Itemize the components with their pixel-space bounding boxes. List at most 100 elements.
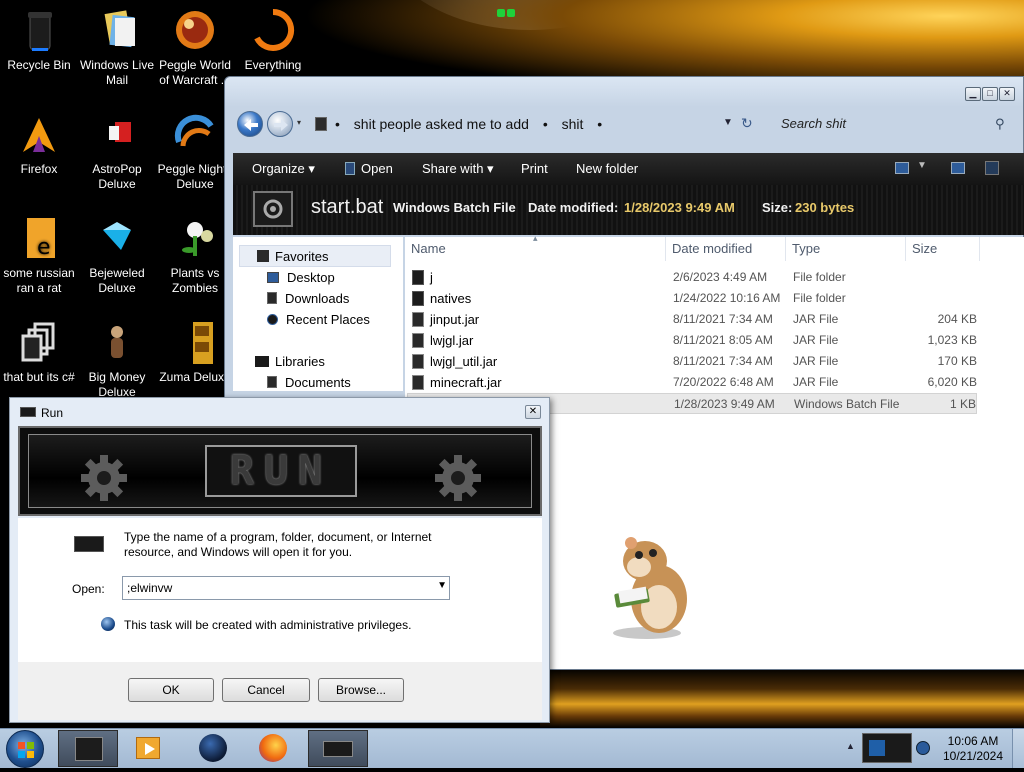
nav-item-libraries[interactable]: Libraries bbox=[255, 354, 325, 370]
recent-pages-chevron-icon[interactable]: ▾ bbox=[297, 118, 305, 130]
shield-icon bbox=[101, 617, 115, 631]
wallpaper-indicator bbox=[497, 6, 527, 17]
file-row[interactable]: lwjgl.jar 8/11/2021 8:05 AM JAR File 1,0… bbox=[407, 330, 977, 351]
run-title-bar[interactable]: Run ✕ bbox=[10, 398, 549, 426]
file-row[interactable]: minecraft.jar 7/20/2022 6:48 AM JAR File… bbox=[407, 372, 977, 393]
view-options-chevron-icon[interactable]: ▼ bbox=[917, 160, 927, 171]
search-icon bbox=[249, 8, 297, 54]
open-button[interactable]: Open bbox=[345, 161, 393, 177]
file-row[interactable]: jinput.jar 8/11/2021 7:34 AM JAR File 20… bbox=[407, 309, 977, 330]
show-desktop-button[interactable] bbox=[1012, 729, 1024, 768]
column-header-date[interactable]: Date modified bbox=[672, 241, 752, 257]
column-divider[interactable] bbox=[665, 237, 666, 261]
print-button[interactable]: Print bbox=[521, 161, 548, 177]
taskbar-media-player[interactable] bbox=[120, 730, 180, 767]
column-header-type[interactable]: Type bbox=[792, 241, 820, 257]
browse-button[interactable]: Browse... bbox=[318, 678, 404, 702]
nav-item-desktop[interactable]: Desktop bbox=[267, 270, 335, 286]
nav-item-downloads[interactable]: Downloads bbox=[267, 291, 349, 307]
refresh-icon[interactable]: ↻ bbox=[741, 115, 753, 132]
nav-item-recent-places[interactable]: Recent Places bbox=[267, 312, 370, 328]
column-header-name[interactable]: Name bbox=[411, 241, 446, 257]
start-button[interactable] bbox=[6, 730, 44, 768]
taskbar-firefox[interactable] bbox=[244, 730, 304, 767]
taskbar-explorer[interactable] bbox=[58, 730, 118, 767]
back-button[interactable] bbox=[237, 111, 263, 137]
explorer-icon bbox=[75, 737, 103, 761]
desktop-icon-windows-live-mail[interactable]: Windows Live Mail bbox=[78, 8, 156, 88]
change-view-icon[interactable] bbox=[895, 162, 909, 174]
search-icon[interactable]: ⚲ bbox=[995, 116, 1005, 132]
organize-button[interactable]: Organize ▾ bbox=[252, 161, 315, 177]
run-close-button[interactable]: ✕ bbox=[525, 405, 541, 419]
preview-pane-icon[interactable] bbox=[951, 162, 965, 174]
desktop-icon-astropop[interactable]: AstroPop Deluxe bbox=[78, 112, 156, 192]
network-icon[interactable] bbox=[916, 741, 930, 755]
money-icon bbox=[93, 320, 141, 366]
desktop-icon-bejeweled[interactable]: Bejeweled Deluxe bbox=[78, 216, 156, 296]
file-icon: e bbox=[15, 216, 63, 262]
close-button[interactable]: ✕ bbox=[999, 87, 1015, 101]
libraries-icon bbox=[255, 356, 269, 367]
column-divider[interactable] bbox=[905, 237, 906, 261]
sort-ascending-icon: ▴ bbox=[533, 233, 538, 243]
maximize-button[interactable]: □ bbox=[982, 87, 998, 101]
forward-button[interactable] bbox=[267, 111, 293, 137]
details-file-type: Windows Batch File bbox=[393, 200, 516, 215]
recycle-bin-icon bbox=[15, 8, 63, 54]
gear-icon bbox=[433, 453, 483, 506]
nav-item-favorites[interactable]: Favorites bbox=[257, 249, 328, 265]
search-input[interactable]: Search shit bbox=[773, 112, 1017, 136]
ok-button[interactable]: OK bbox=[128, 678, 214, 702]
column-header-size[interactable]: Size bbox=[912, 241, 937, 257]
desktop-icon-plants-vs-zombies[interactable]: Plants vs Zombies bbox=[156, 216, 234, 296]
firefox-icon bbox=[259, 734, 287, 762]
column-divider[interactable] bbox=[979, 237, 980, 261]
desktop-icon-firefox[interactable]: Firefox bbox=[0, 112, 78, 177]
file-row[interactable]: natives 1/24/2022 10:16 AM File folder bbox=[407, 288, 977, 309]
batch-file-icon bbox=[253, 191, 293, 227]
navigation-pane: Favorites Desktop Downloads Recent Place… bbox=[233, 237, 403, 391]
open-icon bbox=[345, 162, 355, 175]
run-description: Type the name of a program, folder, docu… bbox=[124, 530, 432, 559]
desktop-icon-peggle-nights[interactable]: Peggle Nights Deluxe bbox=[156, 112, 234, 192]
taskbar-run[interactable] bbox=[308, 730, 368, 767]
clock-time: 10:06 AM bbox=[947, 734, 999, 748]
run-open-input[interactable]: ;elwinvw ▼ bbox=[122, 576, 450, 600]
taskbar-globe-app[interactable] bbox=[184, 730, 244, 767]
desktop-icon-some-russian[interactable]: e some russian ran a rat bbox=[0, 216, 78, 296]
show-hidden-icons-icon[interactable]: ▲ bbox=[846, 741, 855, 751]
run-logo: RUN bbox=[205, 445, 357, 497]
tray-app-icon[interactable] bbox=[862, 733, 912, 763]
cancel-button[interactable]: Cancel bbox=[222, 678, 310, 702]
dropdown-arrow-icon[interactable]: ▼ bbox=[437, 580, 447, 591]
wallpaper-bottom-glow bbox=[540, 668, 1024, 728]
address-bar[interactable]: • shit people asked me to add • shit • bbox=[335, 112, 767, 136]
mail-icon bbox=[93, 8, 141, 54]
svg-text:e: e bbox=[37, 235, 51, 260]
help-icon[interactable] bbox=[985, 161, 999, 175]
file-row[interactable]: j 2/6/2023 4:49 AM File folder bbox=[407, 267, 977, 288]
desktop-icon-recycle-bin[interactable]: Recycle Bin bbox=[0, 8, 78, 73]
minimize-button[interactable]: ▁ bbox=[965, 87, 981, 101]
search-placeholder: Search shit bbox=[781, 116, 847, 131]
desktop-icon-that-but-its-csharp[interactable]: that but its c# bbox=[0, 320, 78, 385]
run-body: Type the name of a program, folder, docu… bbox=[18, 518, 542, 662]
nav-item-documents[interactable]: Documents bbox=[267, 375, 351, 391]
breadcrumb-item[interactable]: shit bbox=[562, 116, 584, 132]
share-with-button[interactable]: Share with ▾ bbox=[422, 161, 494, 177]
globe-icon bbox=[199, 734, 227, 762]
desktop-icon-everything[interactable]: Everything bbox=[234, 8, 312, 73]
clock[interactable]: 10:06 AM 10/21/2024 bbox=[940, 734, 1006, 764]
column-divider[interactable] bbox=[785, 237, 786, 261]
details-date-label: Date modified: bbox=[528, 200, 619, 215]
desktop-icon-big-money[interactable]: Big Money Deluxe bbox=[78, 320, 156, 400]
explorer-title-bar[interactable]: ▁ □ ✕ bbox=[225, 77, 1023, 107]
new-folder-button[interactable]: New folder bbox=[576, 161, 638, 177]
address-dropdown-icon[interactable]: ▼ bbox=[723, 117, 733, 128]
run-banner-text: RUN bbox=[205, 445, 357, 497]
file-row[interactable]: lwjgl_util.jar 8/11/2021 7:34 AM JAR Fil… bbox=[407, 351, 977, 372]
breadcrumb-item[interactable]: shit people asked me to add bbox=[354, 116, 529, 132]
desktop-icon-peggle-wow[interactable]: Peggle World of Warcraft ... bbox=[156, 8, 234, 88]
desktop-icon-zuma[interactable]: Zuma Deluxe bbox=[156, 320, 234, 385]
